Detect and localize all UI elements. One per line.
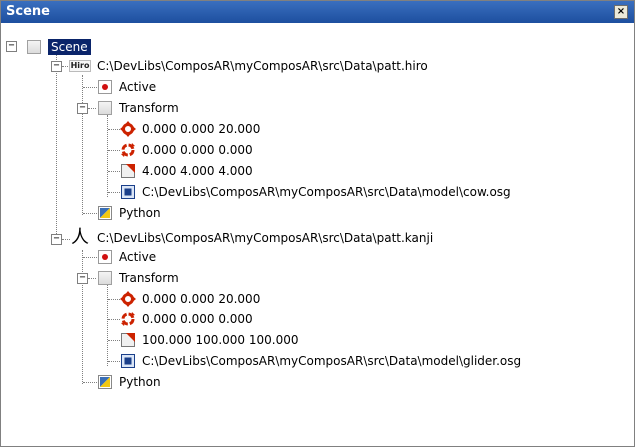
tree-line — [108, 192, 120, 193]
collapse-kanji-toggle[interactable]: − — [51, 234, 62, 245]
tree-node-model[interactable]: C:\DevLibs\ComposAR\myComposAR\src\Data\… — [120, 351, 521, 371]
model-path-label: C:\DevLibs\ComposAR\myComposAR\src\Data\… — [142, 185, 511, 199]
tree-line — [108, 171, 120, 172]
position-value: 0.000 0.000 20.000 — [142, 122, 261, 136]
scene-node-icon — [26, 39, 42, 55]
python-icon — [97, 374, 113, 390]
hiro-marker-icon: Hiro — [68, 60, 92, 72]
active-label: Active — [119, 250, 157, 264]
collapse-transform-kanji-toggle[interactable]: − — [77, 273, 88, 284]
tree-line — [83, 213, 97, 214]
tree-node-python[interactable]: Python — [97, 203, 161, 223]
rotation-icon — [120, 311, 136, 327]
close-button[interactable]: × — [614, 5, 628, 19]
tree-node-active[interactable]: Active — [97, 247, 156, 267]
active-dot-icon — [97, 79, 113, 95]
python-label: Python — [119, 375, 161, 389]
scale-value: 4.000 4.000 4.000 — [142, 164, 253, 178]
model-file-icon — [120, 353, 136, 369]
active-dot-icon — [97, 249, 113, 265]
tree-line — [56, 44, 57, 240]
scene-window: Scene × − − − − − Scene Hiro C:\DevLibs\… — [0, 0, 635, 447]
position-icon — [120, 291, 136, 307]
rotation-value: 0.000 0.000 0.000 — [142, 312, 253, 326]
tree-node-marker-hiro[interactable]: Hiro C:\DevLibs\ComposAR\myComposAR\src\… — [68, 56, 428, 76]
python-icon — [97, 205, 113, 221]
marker-path-label: C:\DevLibs\ComposAR\myComposAR\src\Data\… — [97, 59, 428, 73]
scale-icon — [120, 332, 136, 348]
tree-node-active[interactable]: Active — [97, 77, 156, 97]
tree-line — [108, 340, 120, 341]
collapse-transform-hiro-toggle[interactable]: − — [77, 103, 88, 114]
tree-line — [88, 108, 96, 109]
window-title: Scene — [6, 4, 50, 19]
transform-label: Transform — [119, 101, 179, 115]
tree-line — [108, 299, 120, 300]
rotation-value: 0.000 0.000 0.000 — [142, 143, 253, 157]
tree-line — [107, 115, 108, 197]
tree-line — [108, 319, 120, 320]
tree-node-rotation[interactable]: 0.000 0.000 0.000 — [120, 140, 253, 160]
collapse-hiro-toggle[interactable]: − — [51, 61, 62, 72]
model-path-label: C:\DevLibs\ComposAR\myComposAR\src\Data\… — [142, 354, 522, 368]
rotation-icon — [120, 142, 136, 158]
collapse-scene-toggle[interactable]: − — [6, 41, 17, 52]
position-icon — [120, 121, 136, 137]
tree-line — [83, 257, 97, 258]
tree-node-scale[interactable]: 100.000 100.000 100.000 — [120, 330, 299, 350]
tree-line — [108, 150, 120, 151]
tree-line — [88, 278, 96, 279]
tree-line — [83, 87, 97, 88]
tree-node-python[interactable]: Python — [97, 372, 161, 392]
tree-line — [82, 75, 83, 215]
position-value: 0.000 0.000 20.000 — [142, 292, 261, 306]
tree-node-model[interactable]: C:\DevLibs\ComposAR\myComposAR\src\Data\… — [120, 182, 511, 202]
tree-line — [82, 250, 83, 384]
marker-path-label: C:\DevLibs\ComposAR\myComposAR\src\Data\… — [97, 231, 434, 245]
tree-line — [83, 382, 97, 383]
tree-node-position[interactable]: 0.000 0.000 20.000 — [120, 289, 260, 309]
model-file-icon — [120, 184, 136, 200]
tree-line — [108, 129, 120, 130]
tree-node-transform[interactable]: Transform — [97, 268, 179, 288]
scale-value: 100.000 100.000 100.000 — [142, 333, 299, 347]
scene-tree[interactable]: − − − − − Scene Hiro C:\DevLibs\ComposAR… — [1, 23, 634, 446]
transform-label: Transform — [119, 271, 179, 285]
title-bar[interactable]: Scene × — [1, 1, 634, 23]
transform-node-icon — [97, 270, 113, 286]
tree-line — [107, 284, 108, 366]
tree-node-transform[interactable]: Transform — [97, 98, 179, 118]
python-label: Python — [119, 206, 161, 220]
tree-node-scale[interactable]: 4.000 4.000 4.000 — [120, 161, 253, 181]
tree-node-position[interactable]: 0.000 0.000 20.000 — [120, 119, 260, 139]
transform-node-icon — [97, 100, 113, 116]
scene-label: Scene — [48, 39, 91, 55]
tree-node-rotation[interactable]: 0.000 0.000 0.000 — [120, 309, 253, 329]
tree-line — [108, 361, 120, 362]
tree-node-marker-kanji[interactable]: 人 C:\DevLibs\ComposAR\myComposAR\src\Dat… — [69, 228, 433, 248]
tree-node-scene[interactable]: Scene — [26, 37, 91, 57]
active-label: Active — [119, 80, 157, 94]
kanji-marker-icon: 人 — [71, 227, 89, 248]
scale-icon — [120, 163, 136, 179]
